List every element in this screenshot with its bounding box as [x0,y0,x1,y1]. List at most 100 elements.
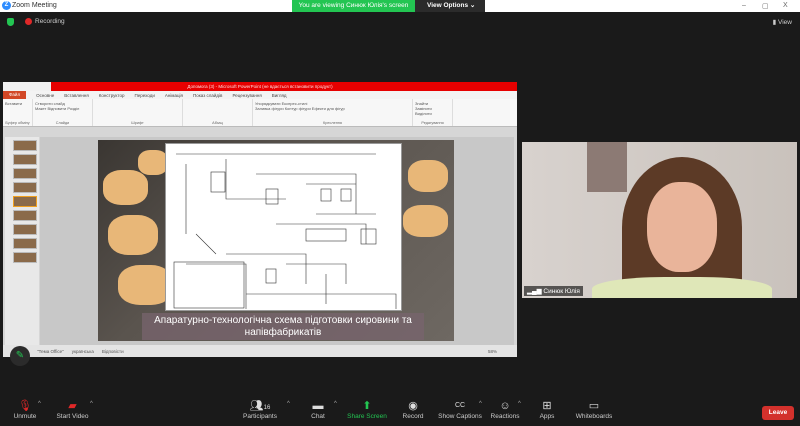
group-label: Редагування [421,121,444,125]
annotate-pen-icon[interactable]: ✎ [10,346,30,366]
tab-design[interactable]: Конструктор [99,93,125,98]
meeting-top-bar: Recording ▮ View [0,12,800,32]
tab-file[interactable]: Файл [3,91,27,99]
slide-caption: Апаратурно-технологічна схема підготовки… [142,313,424,340]
slide-thumbnail[interactable] [13,140,37,151]
slide-thumbnail[interactable] [13,168,37,179]
view-button[interactable]: ▮ View [773,18,792,26]
slide-thumbnail[interactable] [13,210,37,221]
apps-button[interactable]: ⊞ Apps [536,399,558,420]
ppt-ribbon-tabs: Файл Основне Вставлення Конструктор Пере… [3,91,517,99]
paste-button[interactable]: Вставити [5,101,22,106]
slide-thumbnail[interactable] [13,196,37,207]
captions-caret[interactable]: ^ [479,401,482,407]
language-label[interactable]: українська [72,349,94,354]
editing-group: Знайти Замінити Виділити Редагування [413,99,453,126]
group-label: Слайди [55,121,70,125]
whiteboards-label: Whiteboards [575,413,613,420]
whiteboard-icon: ▭ [588,400,600,412]
section-button[interactable]: Розділ [67,106,79,111]
participant-name-tag: ▂▄▆ Синюк Юлія [524,286,583,296]
current-slide: Апаратурно-технологічна схема підготовки… [98,140,454,341]
tab-animations[interactable]: Анімація [165,93,183,98]
layout-button[interactable]: Макет [35,106,46,111]
zoom-level[interactable]: 58% [488,349,497,354]
chat-caret[interactable]: ^ [334,401,337,407]
unmute-label: Unmute [13,413,37,420]
slide-thumbnail[interactable] [13,252,37,263]
tab-insert[interactable]: Вставлення [64,93,89,98]
leave-button[interactable]: Leave [762,406,794,420]
reactions-caret[interactable]: ^ [518,401,521,407]
reactions-label: Reactions [490,413,520,420]
tab-review[interactable]: Рецензування [232,93,261,98]
apps-icon: ⊞ [542,400,552,412]
shield-icon[interactable] [7,18,14,26]
ppt-ribbon: Вставити Буфер обміну Створити слайд Макет… [3,99,517,127]
shape-outline-button[interactable]: Контур фігури [285,106,311,111]
minimize-button[interactable]: – [742,2,746,9]
record-label: Record [402,413,424,420]
tab-transitions[interactable]: Переходи [134,93,154,98]
video-off-icon: ▰ [68,400,77,412]
slide-thumbnail[interactable] [13,224,37,235]
tab-view[interactable]: Вигляд [272,93,287,98]
select-button[interactable]: Виділити [415,111,432,116]
close-button[interactable]: X [783,2,788,9]
shared-powerpoint-window: Допомога (3) - Microsoft PowerPoint (не … [3,82,517,357]
show-captions-button[interactable]: CC Show Captions [437,399,483,420]
recording-label: Recording [35,18,65,25]
chat-button[interactable]: ▬ Chat [305,399,331,420]
participants-button[interactable]: 👥︎16 Participants [240,399,280,420]
group-label: Шрифт [131,121,144,125]
participant-video: ▂▄▆ Синюк Юлія [522,142,797,298]
view-options-button[interactable]: View Options ⌄ [415,0,485,12]
participants-icon: 👥︎16 [249,400,271,412]
participants-label: Participants [243,413,277,420]
muted-mic-icon: 🎙︎ [18,400,32,412]
maximize-button[interactable]: ▢ [762,2,769,10]
group-label: Буфер обміну [5,121,30,125]
slide-thumbnail[interactable] [13,238,37,249]
chat-icon: ▬ [312,400,324,412]
cookie-image [108,215,158,255]
participant-shirt [592,277,772,298]
start-video-label: Start Video [56,413,89,420]
start-video-button[interactable]: ▰ Start Video [55,399,90,420]
drawing-group: Упорядкувати Експрес-стилі Заливка фігури… [253,99,413,126]
check-label: Відповісти [101,348,124,354]
shape-fill-button[interactable]: Заливка фігури [255,106,284,111]
record-icon: ◉ [408,400,418,412]
view-options-label: View Options [427,2,469,9]
unmute-button[interactable]: 🎙︎ Unmute [10,399,40,420]
show-captions-label: Show Captions [438,413,482,420]
window-title: Zoom Meeting [12,2,57,9]
slide-thumbnail[interactable] [13,154,37,165]
whiteboards-button[interactable]: ▭ Whiteboards [573,399,615,420]
slide-thumbnail[interactable] [13,182,37,193]
tab-slideshow[interactable]: Показ слайдів [193,93,222,98]
slides-group: Створити слайд Макет Відновити Розділ Слай… [33,99,93,126]
participants-caret[interactable]: ^ [287,401,290,407]
record-button[interactable]: ◉ Record [400,399,426,420]
title-bar: Z Zoom Meeting You are viewing Синюк Юлі… [0,0,800,12]
chevron-down-icon: ⌄ [469,2,476,9]
reactions-button[interactable]: ☺ Reactions [490,399,520,420]
view-label: View [778,19,792,26]
ppt-title-bar: Допомога (3) - Microsoft PowerPoint (не … [3,82,517,91]
shape-effects-button[interactable]: Ефекти для фігур [312,106,345,111]
ppt-status-bar: "Тема Office" українська Відповісти 58% [3,345,517,357]
tab-home[interactable]: Основне [36,93,54,98]
group-label: Абзац [212,121,223,125]
share-screen-button[interactable]: ⬆ Share Screen [347,399,387,420]
group-label: Креслення [323,121,342,125]
audio-options-caret[interactable]: ^ [38,401,41,407]
video-options-caret[interactable]: ^ [90,401,93,407]
scheme-drawing [173,153,397,309]
reset-button[interactable]: Відновити [47,106,66,111]
apps-label: Apps [539,413,555,420]
cookie-image [103,170,148,205]
wall-picture [587,142,627,192]
cookie-image [403,205,448,237]
quick-access-toolbar[interactable] [3,82,51,91]
